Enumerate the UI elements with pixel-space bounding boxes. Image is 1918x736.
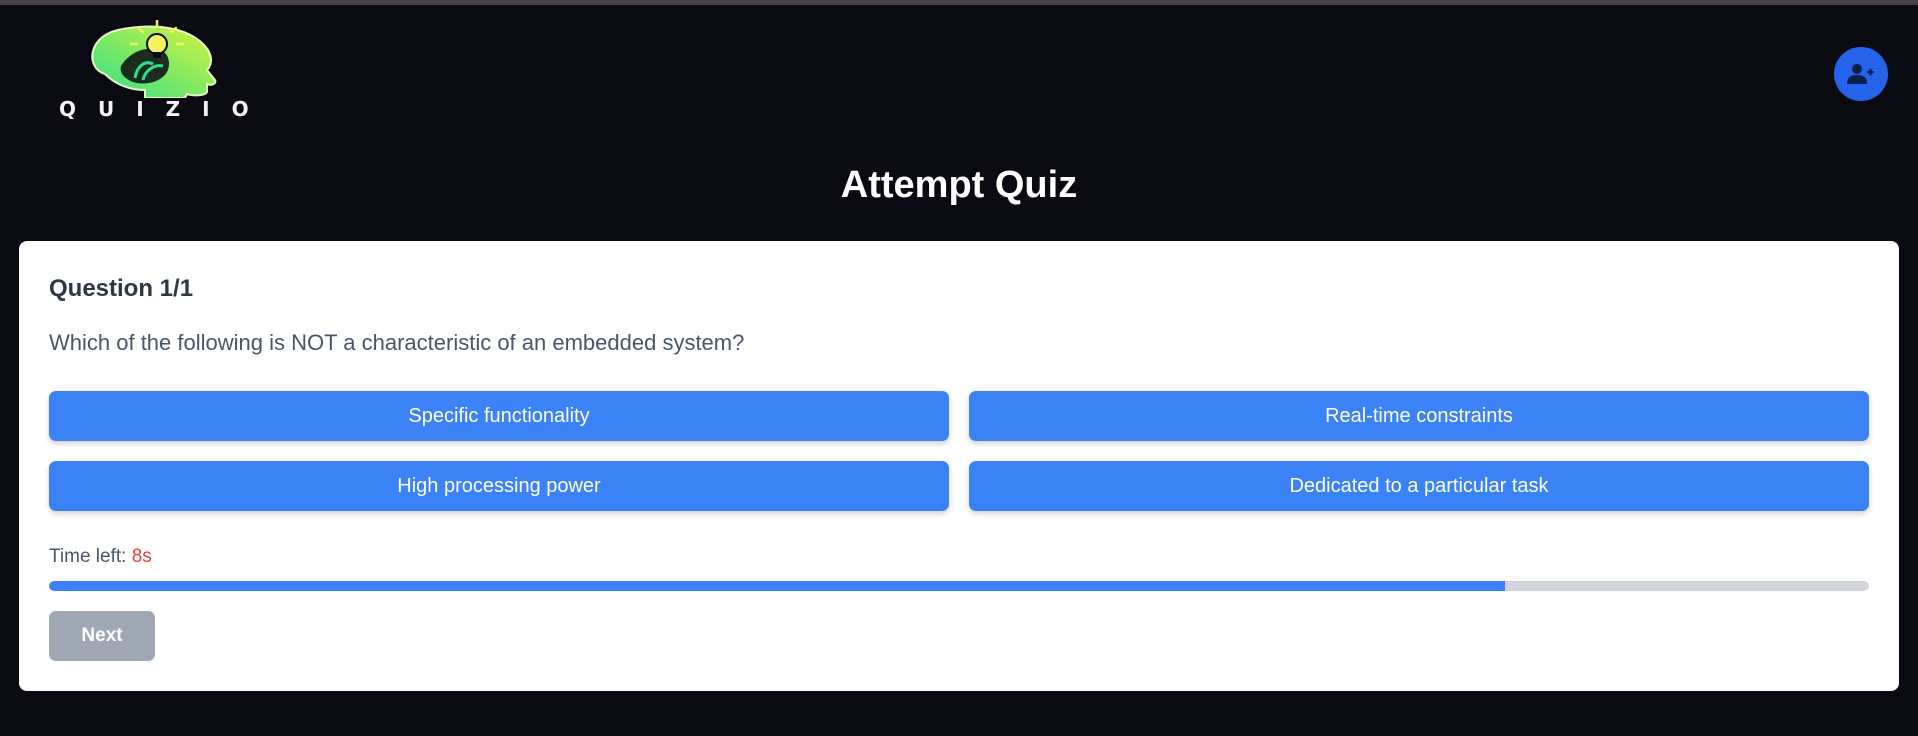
- add-user-button[interactable]: [1834, 47, 1888, 101]
- app-header: QUIZIO: [0, 5, 1918, 120]
- logo-text: QUIZIO: [59, 97, 271, 121]
- user-plus-icon: [1847, 64, 1874, 84]
- time-progress-bar: [49, 581, 1869, 591]
- option-button[interactable]: Real-time constraints: [969, 391, 1869, 441]
- question-text: Which of the following is NOT a characte…: [49, 330, 745, 355]
- quizio-logo[interactable]: QUIZIO: [45, 20, 265, 120]
- time-left-label: Time left:: [49, 546, 132, 567]
- time-left-value: 8s: [131, 546, 152, 567]
- next-button[interactable]: Next: [49, 611, 155, 661]
- time-left: Time left: 8s: [49, 545, 152, 569]
- option-button[interactable]: High processing power: [49, 461, 949, 511]
- time-progress-fill: [49, 581, 1505, 591]
- quiz-card: Question 1/1 Which of the following is N…: [19, 241, 1899, 691]
- question-counter: Question 1/1: [49, 275, 194, 302]
- option-button[interactable]: Specific functionality: [49, 391, 949, 441]
- lightbulb-head-icon: [91, 20, 217, 98]
- page-title: Attempt Quiz: [840, 164, 1078, 206]
- option-button[interactable]: Dedicated to a particular task: [969, 461, 1869, 511]
